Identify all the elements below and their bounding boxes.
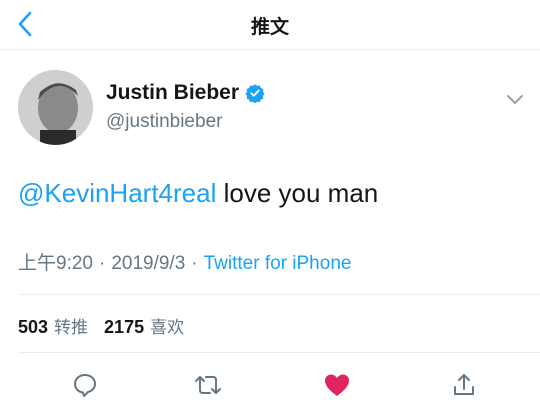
retweet-label[interactable]: 转推 <box>54 318 88 338</box>
like-button[interactable] <box>322 370 352 400</box>
tweet-author: Justin Bieber @justinbieber <box>18 70 530 150</box>
reply-icon <box>74 374 96 397</box>
reply-button[interactable] <box>70 370 100 400</box>
tweet-date: 2019/9/3 <box>111 253 186 274</box>
action-bar <box>0 366 540 406</box>
tweet-time: 上午9:20 <box>18 253 93 274</box>
tweet-text: @KevinHart4real love you man <box>18 176 378 210</box>
like-label[interactable]: 喜欢 <box>150 318 184 338</box>
retweet-button[interactable] <box>193 370 223 400</box>
tweet-source-link[interactable]: Twitter for iPhone <box>204 253 352 274</box>
like-count[interactable]: 2175 <box>104 317 144 337</box>
share-icon <box>454 374 474 395</box>
tweet-body: love you man <box>216 178 379 208</box>
mention-link[interactable]: @KevinHart4real <box>18 178 216 208</box>
divider <box>18 352 540 353</box>
user-handle[interactable]: @justinbieber <box>106 111 222 133</box>
divider <box>18 294 540 295</box>
chevron-down-icon <box>507 95 523 104</box>
page-title: 推文 <box>250 16 289 38</box>
name-row: Justin Bieber <box>106 81 265 105</box>
share-button[interactable] <box>449 370 479 400</box>
display-name[interactable]: Justin Bieber <box>106 81 239 105</box>
retweet-count[interactable]: 503 <box>18 317 48 337</box>
meta-separator: · <box>191 253 198 274</box>
heart-filled-icon <box>325 374 349 396</box>
more-options-button[interactable] <box>504 88 526 110</box>
tweet-stats: 503 转推 2175 喜欢 <box>18 313 200 338</box>
verified-badge-icon <box>245 84 265 103</box>
nav-bar: 推文 <box>0 0 540 50</box>
retweet-icon <box>195 376 221 394</box>
avatar[interactable] <box>18 70 93 145</box>
avatar-image <box>18 70 93 145</box>
tweet-meta: 上午9:20 · 2019/9/3 · Twitter for iPhone <box>18 248 351 275</box>
meta-separator: · <box>98 253 106 274</box>
